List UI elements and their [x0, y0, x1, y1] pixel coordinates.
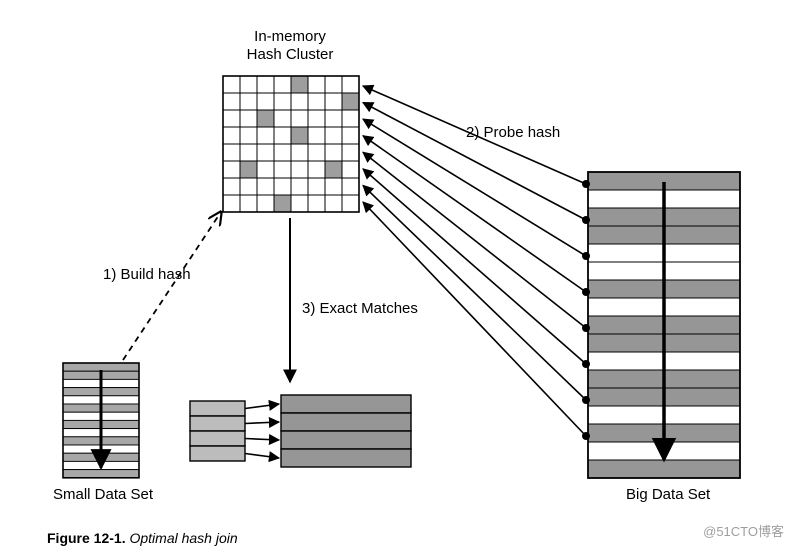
small-data-set-label: Small Data Set: [53, 486, 153, 503]
probe-hash-label: 2) Probe hash: [466, 124, 560, 141]
figure-caption: Figure 12-1. Optimal hash join: [47, 530, 238, 546]
figure-number: Figure 12-1.: [47, 530, 126, 546]
watermark: @51CTO博客: [703, 521, 784, 540]
hash-cluster-label-line2: Hash Cluster: [232, 46, 348, 63]
figure-title: Optimal hash join: [126, 530, 238, 546]
build-hash-arrow: [123, 212, 221, 360]
hash-cluster-label-line1: In-memory: [240, 28, 340, 45]
hash-cluster-grid: [223, 76, 359, 212]
build-hash-label: 1) Build hash: [103, 266, 191, 283]
exact-matches-group: [190, 395, 411, 467]
big-data-set-label: Big Data Set: [626, 486, 710, 503]
exact-matches-label: 3) Exact Matches: [302, 300, 418, 317]
